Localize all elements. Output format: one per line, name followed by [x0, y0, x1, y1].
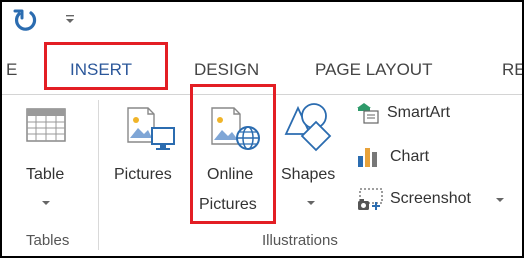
smartart-icon: [357, 103, 379, 124]
quick-access-toolbar: [2, 2, 522, 42]
word-window: E INSERT DESIGN PAGE LAYOUT RE Table Tab…: [2, 2, 522, 256]
illustrations-group-label: Illustrations: [262, 232, 338, 249]
group-separator: [98, 100, 99, 250]
pictures-icon[interactable]: [126, 104, 178, 154]
online-pictures-highlight: [190, 84, 276, 224]
table-dropdown-caret[interactable]: [42, 201, 50, 205]
tab-page-layout[interactable]: PAGE LAYOUT: [315, 46, 432, 94]
tables-group-label: Tables: [26, 232, 70, 249]
pictures-button-label[interactable]: Pictures: [114, 166, 172, 184]
table-icon: [26, 108, 66, 142]
chart-icon: [358, 148, 377, 167]
undo-icon[interactable]: [12, 8, 38, 34]
screenshot-dropdown-caret[interactable]: [496, 198, 504, 202]
customize-qat-icon[interactable]: [64, 12, 76, 26]
shapes-button-label[interactable]: Shapes: [281, 166, 335, 184]
tab-references-partial[interactable]: RE: [502, 46, 522, 94]
shapes-dropdown-caret[interactable]: [307, 201, 315, 205]
screenshot-button[interactable]: Screenshot: [390, 190, 471, 208]
chart-button[interactable]: Chart: [390, 148, 429, 166]
insert-tab-highlight: [44, 42, 168, 90]
table-button-label[interactable]: Table: [26, 166, 64, 184]
screenshot-icon: [358, 188, 383, 210]
tab-review-partial-left[interactable]: E: [6, 46, 17, 94]
smartart-button[interactable]: SmartArt: [387, 104, 450, 122]
shapes-icon[interactable]: [284, 102, 334, 154]
